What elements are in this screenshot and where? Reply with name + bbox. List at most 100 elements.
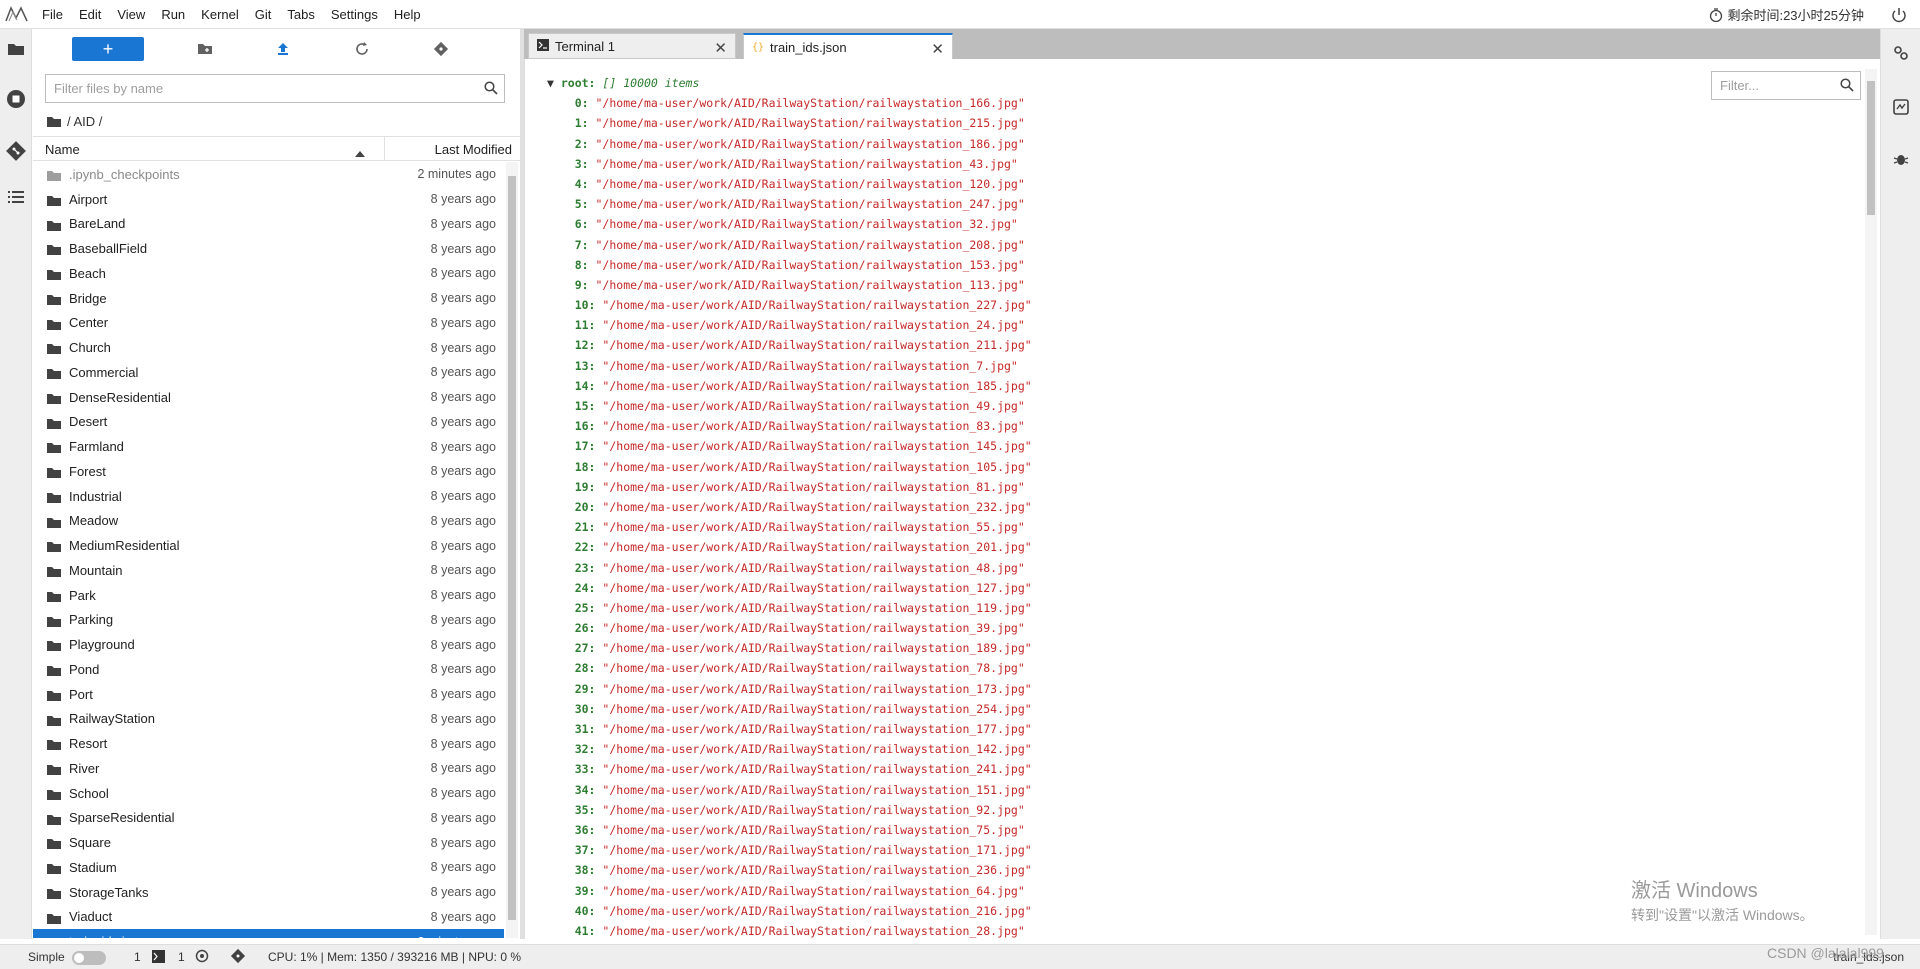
folder-icon[interactable] <box>4 37 28 61</box>
file-list-item[interactable]: .ipynb_checkpoints 2 minutes ago <box>33 162 504 187</box>
kernel-status-icon[interactable] <box>195 949 209 966</box>
file-list-item[interactable]: Stadium 8 years ago <box>33 855 504 880</box>
file-list-item[interactable]: Resort 8 years ago <box>33 731 504 756</box>
json-entry[interactable]: 27: "/home/ma-user/work/AID/RailwayStati… <box>547 638 1032 658</box>
json-entry[interactable]: 35: "/home/ma-user/work/AID/RailwayStati… <box>547 800 1032 820</box>
file-list-item[interactable]: MediumResidential 8 years ago <box>33 533 504 558</box>
file-list-item[interactable]: Commercial 8 years ago <box>33 360 504 385</box>
file-list-item[interactable]: Parking 8 years ago <box>33 608 504 633</box>
json-entry[interactable]: 38: "/home/ma-user/work/AID/RailwayStati… <box>547 860 1032 880</box>
simple-mode-toggle[interactable] <box>72 951 106 965</box>
menu-item[interactable]: Kernel <box>193 0 247 29</box>
json-entry[interactable]: 36: "/home/ma-user/work/AID/RailwayStati… <box>547 820 1032 840</box>
json-entry[interactable]: 33: "/home/ma-user/work/AID/RailwayStati… <box>547 759 1032 779</box>
file-list-scrollbar[interactable] <box>506 162 518 938</box>
file-list-item[interactable]: DenseResidential 8 years ago <box>33 385 504 410</box>
power-icon[interactable] <box>1890 6 1908 24</box>
column-header-last-modified[interactable]: Last Modified <box>435 142 512 157</box>
json-filter-input[interactable] <box>1712 72 1832 99</box>
json-scrollbar[interactable] <box>1865 69 1877 935</box>
scrollbar-thumb[interactable] <box>1867 81 1875 215</box>
file-list-item[interactable]: School 8 years ago <box>33 781 504 806</box>
breadcrumb-path[interactable]: / AID / <box>67 114 102 129</box>
menu-item[interactable]: Help <box>386 0 429 29</box>
json-entry[interactable]: 3: "/home/ma-user/work/AID/RailwayStatio… <box>547 154 1032 174</box>
json-entry[interactable]: 19: "/home/ma-user/work/AID/RailwayStati… <box>547 477 1032 497</box>
json-entry[interactable]: 7: "/home/ma-user/work/AID/RailwayStatio… <box>547 235 1032 255</box>
file-list-item[interactable]: River 8 years ago <box>33 756 504 781</box>
json-entry[interactable]: 21: "/home/ma-user/work/AID/RailwayStati… <box>547 517 1032 537</box>
scrollbar-thumb[interactable] <box>508 176 516 920</box>
menu-item[interactable]: Git <box>247 0 280 29</box>
file-list-item[interactable]: BareLand 8 years ago <box>33 212 504 237</box>
json-entry[interactable]: 29: "/home/ma-user/work/AID/RailwayStati… <box>547 679 1032 699</box>
close-icon[interactable]: ✕ <box>714 39 727 57</box>
json-entry[interactable]: 4: "/home/ma-user/work/AID/RailwayStatio… <box>547 174 1032 194</box>
file-list-item[interactable]: Beach 8 years ago <box>33 261 504 286</box>
debugger-icon[interactable] <box>1891 149 1911 169</box>
json-entry[interactable]: 25: "/home/ma-user/work/AID/RailwayStati… <box>547 598 1032 618</box>
json-entry[interactable]: 14: "/home/ma-user/work/AID/RailwayStati… <box>547 376 1032 396</box>
file-filter-input[interactable] <box>46 75 466 102</box>
expand-arrow-icon[interactable]: ▼ <box>547 76 561 90</box>
file-list-item[interactable]: Industrial 8 years ago <box>33 484 504 509</box>
file-list-item[interactable]: Port 8 years ago <box>33 682 504 707</box>
table-of-contents-icon[interactable] <box>4 185 28 209</box>
json-entry[interactable]: 9: "/home/ma-user/work/AID/RailwayStatio… <box>547 275 1032 295</box>
json-entry[interactable]: 39: "/home/ma-user/work/AID/RailwayStati… <box>547 881 1032 901</box>
file-list-item[interactable]: Farmland 8 years ago <box>33 434 504 459</box>
file-list-item[interactable]: Center 8 years ago <box>33 311 504 336</box>
json-entry[interactable]: 17: "/home/ma-user/work/AID/RailwayStati… <box>547 436 1032 456</box>
breadcrumb[interactable]: / AID / <box>47 112 102 130</box>
json-entry[interactable]: 18: "/home/ma-user/work/AID/RailwayStati… <box>547 457 1032 477</box>
new-launcher-button[interactable]: + <box>72 37 144 61</box>
json-root-row[interactable]: ▼ root: [] 10000 items <box>547 73 1032 93</box>
file-list-item[interactable]: Playground 8 years ago <box>33 632 504 657</box>
menu-item[interactable]: Tabs <box>279 0 322 29</box>
file-list-item[interactable]: BaseballField 8 years ago <box>33 236 504 261</box>
json-entry[interactable]: 10: "/home/ma-user/work/AID/RailwayStati… <box>547 295 1032 315</box>
file-list-item[interactable]: Airport 8 years ago <box>33 187 504 212</box>
upload-icon[interactable] <box>273 39 293 59</box>
file-list-item[interactable]: Viaduct 8 years ago <box>33 905 504 930</box>
json-entry[interactable]: 12: "/home/ma-user/work/AID/RailwayStati… <box>547 335 1032 355</box>
json-entry[interactable]: 6: "/home/ma-user/work/AID/RailwayStatio… <box>547 214 1032 234</box>
git-icon[interactable] <box>4 139 28 163</box>
json-entry[interactable]: 40: "/home/ma-user/work/AID/RailwayStati… <box>547 901 1032 921</box>
menu-item[interactable]: Edit <box>71 0 109 29</box>
git-icon[interactable] <box>230 948 246 967</box>
file-list-item[interactable]: Desert 8 years ago <box>33 410 504 435</box>
git-clone-icon[interactable] <box>431 39 451 59</box>
json-entry[interactable]: 13: "/home/ma-user/work/AID/RailwayStati… <box>547 356 1032 376</box>
file-list-item[interactable]: StorageTanks 8 years ago <box>33 880 504 905</box>
json-entry[interactable]: 5: "/home/ma-user/work/AID/RailwayStatio… <box>547 194 1032 214</box>
json-entry[interactable]: 23: "/home/ma-user/work/AID/RailwayStati… <box>547 558 1032 578</box>
json-entry[interactable]: 30: "/home/ma-user/work/AID/RailwayStati… <box>547 699 1032 719</box>
build-icon[interactable] <box>1891 97 1911 117</box>
column-header-name[interactable]: Name <box>45 142 80 157</box>
json-entry[interactable]: 32: "/home/ma-user/work/AID/RailwayStati… <box>547 739 1032 759</box>
json-entry[interactable]: 31: "/home/ma-user/work/AID/RailwayStati… <box>547 719 1032 739</box>
json-entry[interactable]: 20: "/home/ma-user/work/AID/RailwayStati… <box>547 497 1032 517</box>
file-list-item[interactable]: Square 8 years ago <box>33 830 504 855</box>
json-entry[interactable]: 41: "/home/ma-user/work/AID/RailwayStati… <box>547 921 1032 941</box>
json-entry[interactable]: 22: "/home/ma-user/work/AID/RailwayStati… <box>547 537 1032 557</box>
menu-item[interactable]: File <box>34 0 71 29</box>
file-list-item[interactable]: SparseResidential 8 years ago <box>33 806 504 831</box>
file-list-item[interactable]: RailwayStation 8 years ago <box>33 707 504 732</box>
json-entry[interactable]: 26: "/home/ma-user/work/AID/RailwayStati… <box>547 618 1032 638</box>
new-folder-icon[interactable] <box>195 39 215 59</box>
file-list-item[interactable]: Mountain 8 years ago <box>33 558 504 583</box>
file-list-item[interactable]: Church 8 years ago <box>33 335 504 360</box>
file-list-item[interactable]: Pond 8 years ago <box>33 657 504 682</box>
tab-terminal-1[interactable]: Terminal 1 ✕ <box>528 33 736 59</box>
menu-item[interactable]: Run <box>153 0 193 29</box>
json-entry[interactable]: 8: "/home/ma-user/work/AID/RailwayStatio… <box>547 255 1032 275</box>
running-sessions-icon[interactable] <box>4 87 28 111</box>
file-list-item[interactable]: {} train_ids.json 2 minutes ago <box>33 929 504 938</box>
json-entry[interactable]: 24: "/home/ma-user/work/AID/RailwayStati… <box>547 578 1032 598</box>
json-entry[interactable]: 37: "/home/ma-user/work/AID/RailwayStati… <box>547 840 1032 860</box>
json-entry[interactable]: 11: "/home/ma-user/work/AID/RailwayStati… <box>547 315 1032 335</box>
file-list-item[interactable]: Forest 8 years ago <box>33 459 504 484</box>
refresh-icon[interactable] <box>352 39 372 59</box>
